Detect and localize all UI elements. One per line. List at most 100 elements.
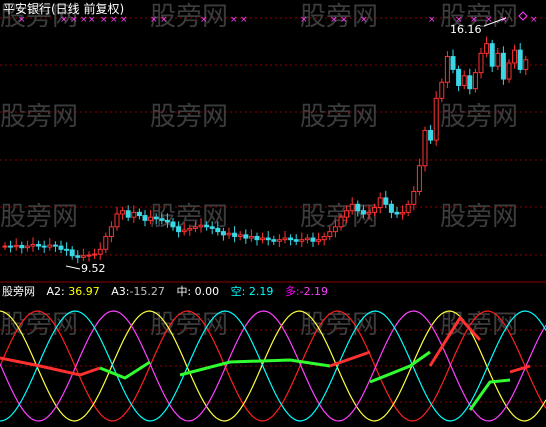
candle-body [103, 235, 109, 250]
candle-body [220, 231, 226, 236]
indicator-signal-segment [369, 350, 431, 384]
candle-body [484, 43, 490, 54]
candle-body [411, 190, 417, 205]
indicator-signal-segment [179, 358, 331, 377]
candle-body [372, 207, 378, 213]
candle-body [450, 56, 456, 70]
candle-body [355, 203, 361, 212]
candle-body [159, 218, 165, 221]
candle-body [19, 244, 25, 249]
indicator-legend: 股旁网 A2: 36.97 A3:-15.27 中: 0.00 空: 2.19 … [2, 285, 336, 299]
kong-item: 空: 2.19 [231, 285, 274, 298]
candle-body [304, 237, 310, 241]
candle-body [288, 237, 294, 241]
candle-body [456, 68, 462, 86]
candle-body [467, 75, 473, 90]
candle-body [204, 224, 210, 228]
candle-body [360, 210, 366, 215]
watermark-text: 股旁网 [0, 202, 78, 232]
watermark-text: 股旁网 [150, 102, 228, 132]
candle-body [36, 243, 42, 247]
chart-title: 平安银行(日线 前复权) [3, 2, 125, 16]
candle-body [344, 210, 350, 218]
candle-body [58, 245, 64, 250]
candle-body [170, 221, 176, 228]
candle-body [388, 203, 394, 213]
candle-body [265, 237, 271, 241]
candle-body [176, 226, 182, 233]
duo-value: -2.19 [299, 285, 329, 298]
candle-body [181, 229, 187, 233]
candle-body [472, 72, 478, 90]
candle-body [478, 52, 484, 74]
candle-body [30, 243, 36, 247]
candle-body [215, 227, 221, 233]
candle-body [422, 129, 428, 167]
candle-body [260, 237, 266, 241]
price-low-label: 9.52 [81, 262, 106, 275]
kong-label: 空: [230, 285, 246, 298]
signal-cross-marker: × [330, 15, 338, 25]
candle-body [416, 165, 422, 192]
candle-body [164, 219, 170, 223]
candle-body [512, 49, 518, 64]
candle-body [2, 245, 8, 248]
candle-body [500, 52, 506, 80]
signal-cross-marker: × [240, 15, 248, 25]
candle-body [349, 203, 355, 212]
signal-cross-marker: × [530, 15, 538, 25]
a3-label: A3: [111, 285, 130, 298]
signal-cross-marker: × [100, 15, 108, 25]
candle-body [142, 215, 148, 221]
candle-body [237, 234, 243, 237]
candle-body [64, 248, 70, 251]
candle-body [41, 245, 47, 248]
watermark-text: 股旁网 [300, 102, 378, 132]
a2-item: A2: 36.97 [47, 285, 100, 298]
watermark-text: 股旁网 [440, 102, 518, 132]
candle-body [327, 231, 333, 237]
signal-cross-marker: × [110, 15, 118, 25]
candle-body [316, 239, 322, 242]
candle-body [439, 81, 445, 99]
candle-body [254, 235, 260, 241]
a2-label: A2: [46, 285, 65, 298]
candle-body [209, 226, 215, 229]
candle-body [13, 244, 19, 248]
candle-body [523, 59, 529, 70]
candle-body [332, 226, 338, 233]
candle-body [232, 232, 238, 237]
candle-body [400, 211, 406, 215]
signal-cross-marker: × [428, 15, 436, 25]
mid-item: 中: 0.00 [176, 285, 219, 298]
candle-body [248, 235, 254, 239]
candle-body [299, 239, 305, 242]
candle-body [8, 245, 14, 248]
signal-cross-marker: × [88, 15, 96, 25]
candle-body [276, 239, 282, 242]
candle-body [80, 255, 86, 258]
candle-body [52, 244, 58, 247]
duo-item: 多:-2.19 [285, 285, 328, 298]
indicator-signal-segment [468, 378, 511, 411]
signal-cross-marker: × [18, 15, 26, 25]
signal-cross-marker: × [150, 15, 158, 25]
a3-item: A3:-15.27 [111, 285, 165, 298]
signal-cross-marker: × [160, 15, 168, 25]
candle-body [428, 129, 434, 141]
low-pointer-line [65, 265, 81, 270]
price-high-label: 16.16 [450, 23, 482, 36]
watermark-text: 股旁网 [440, 202, 518, 232]
indicator-name: 股旁网 [2, 285, 35, 298]
candle-body [75, 255, 81, 258]
candle-body [310, 237, 316, 242]
a3-value: -15.27 [129, 285, 165, 298]
candle-body [86, 254, 92, 257]
a2-value: 36.97 [68, 285, 100, 298]
signal-cross-marker: × [360, 15, 368, 25]
candle-body [321, 235, 327, 241]
candle-body [377, 197, 383, 209]
signal-cross-marker: × [80, 15, 88, 25]
candle-body [243, 234, 249, 239]
candle-body [495, 52, 501, 67]
